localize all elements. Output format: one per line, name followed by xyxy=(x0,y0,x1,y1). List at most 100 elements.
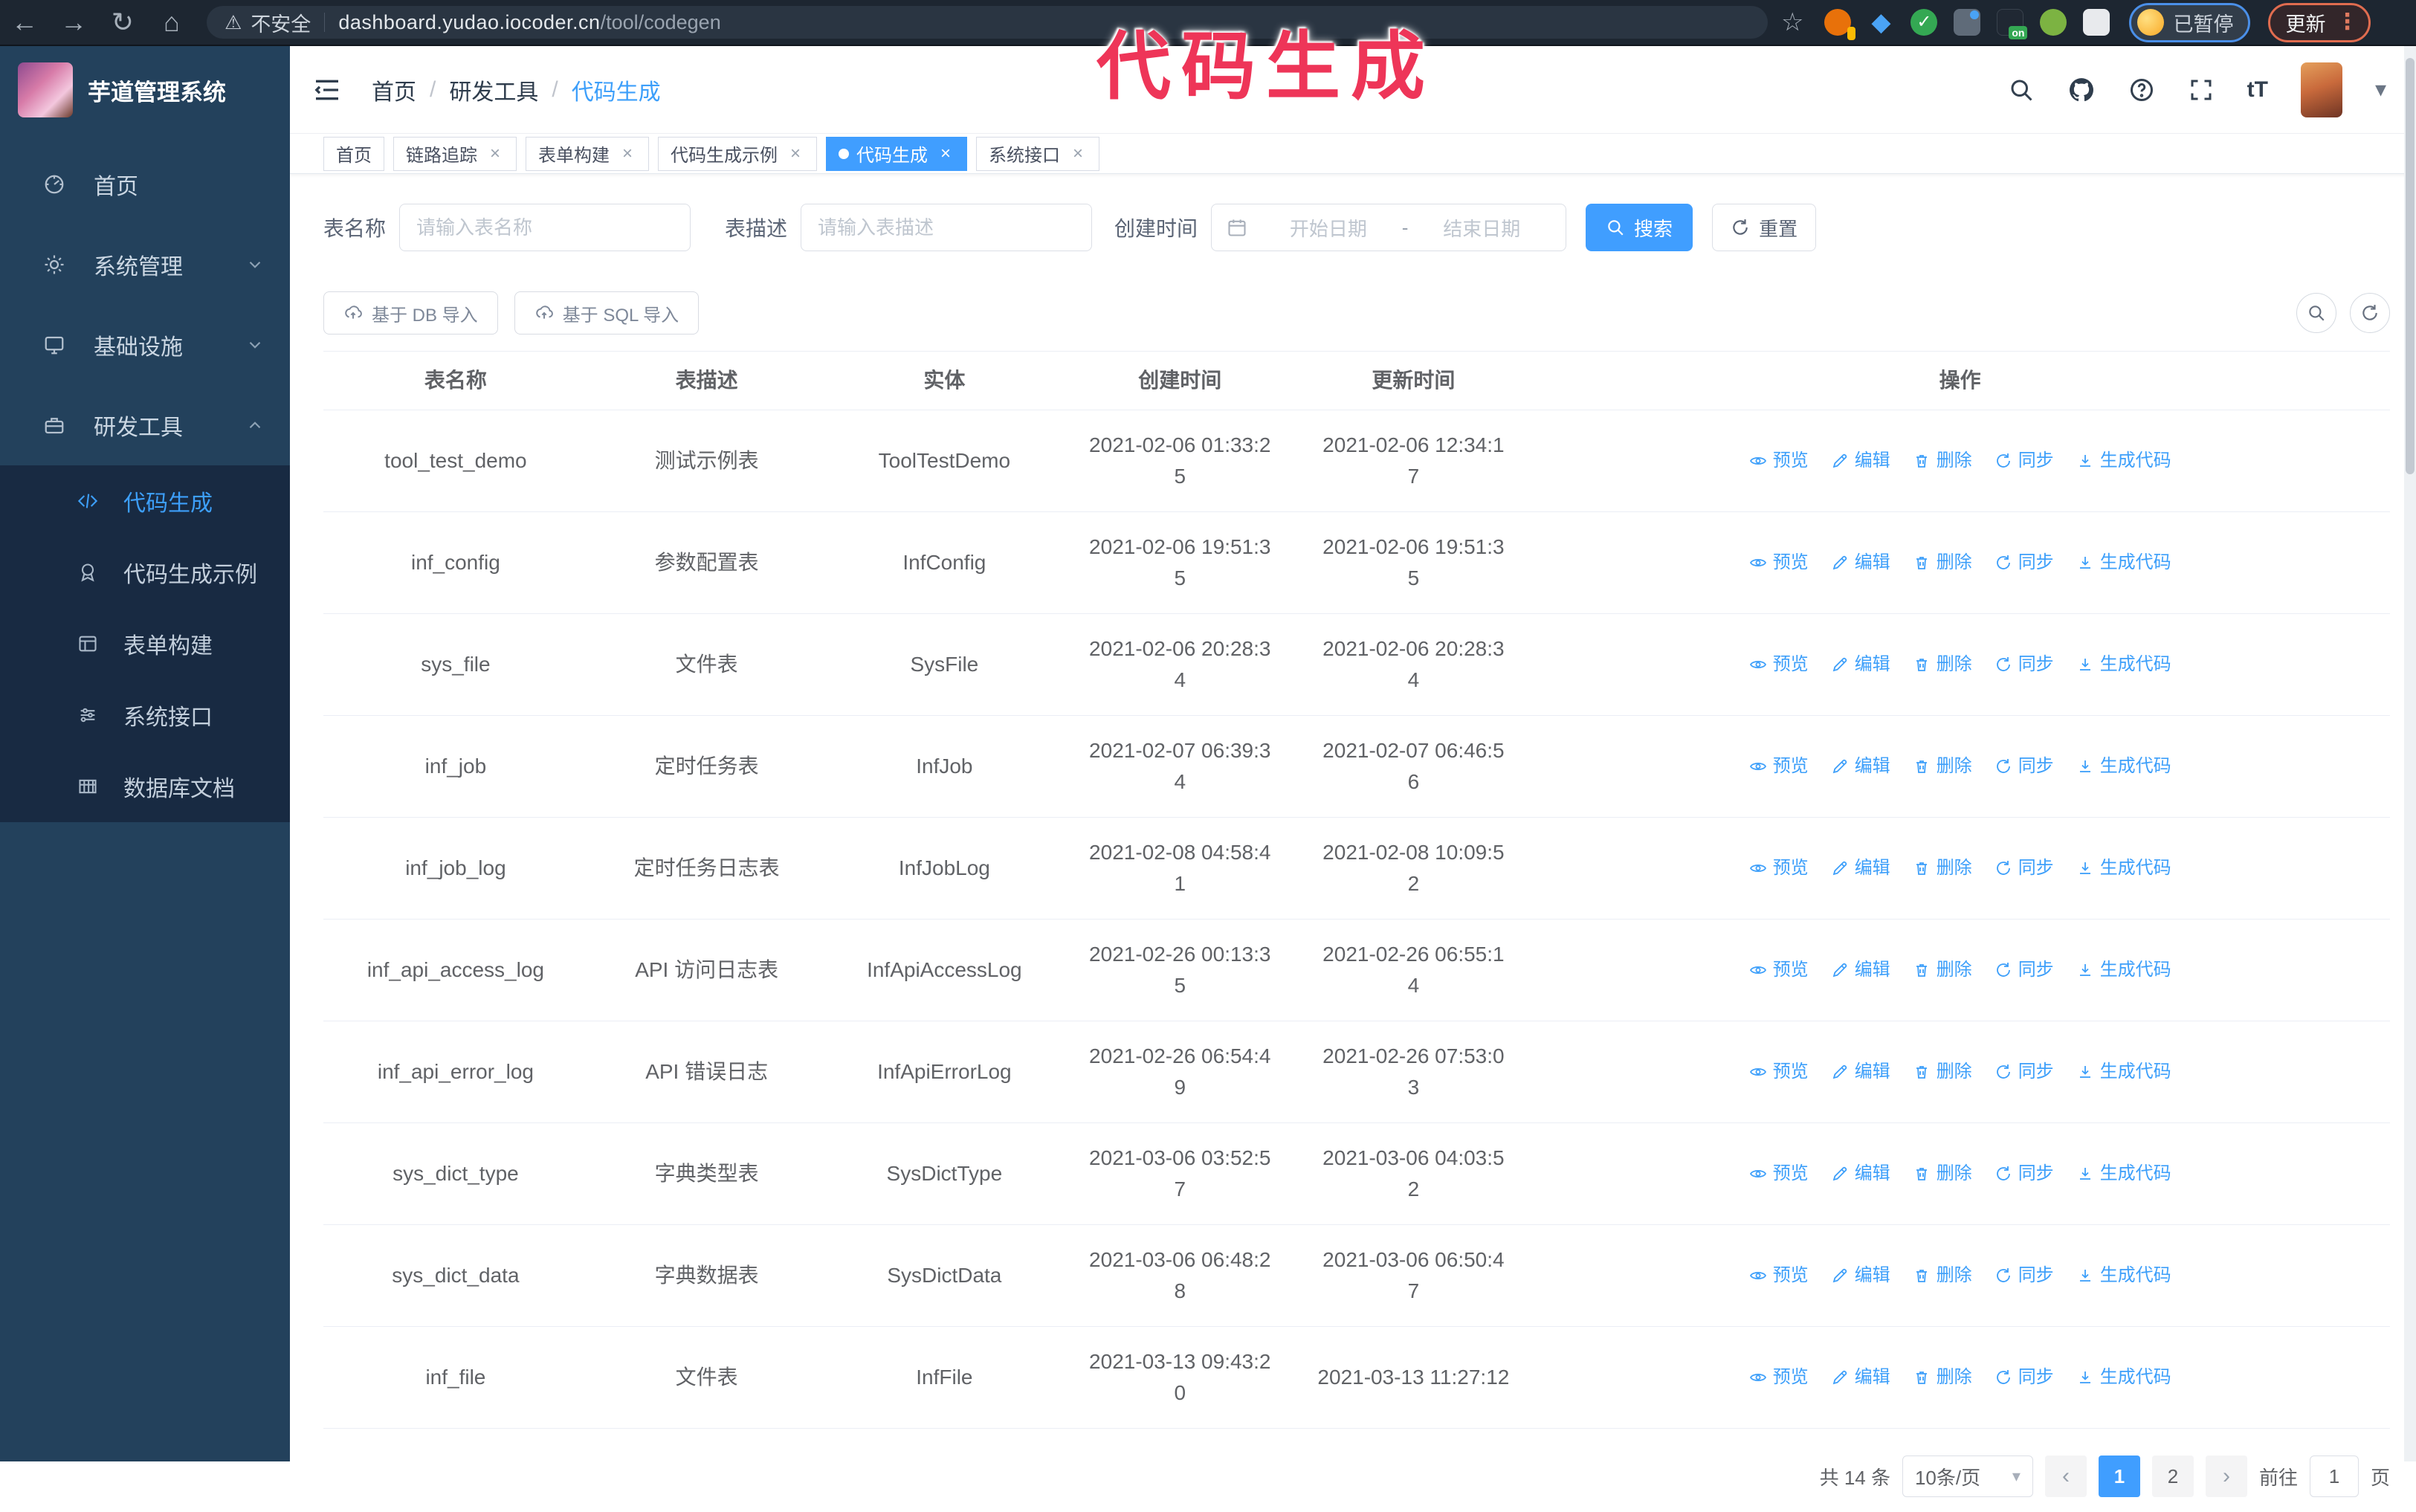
sidebar-item-home[interactable]: 首页 xyxy=(0,144,290,224)
preview-link[interactable]: 预览 xyxy=(1749,549,1809,576)
preview-link[interactable]: 预览 xyxy=(1749,1364,1809,1391)
delete-link[interactable]: 删除 xyxy=(1913,1160,1972,1187)
preview-link[interactable]: 预览 xyxy=(1749,957,1809,983)
edit-link[interactable]: 编辑 xyxy=(1831,448,1890,474)
extension-icon[interactable] xyxy=(1954,9,1980,36)
page-button-1[interactable]: 1 xyxy=(2099,1456,2140,1497)
search-button[interactable]: 搜索 xyxy=(1586,204,1693,251)
extension-icon[interactable]: on xyxy=(1997,9,2023,36)
generate-code-link[interactable]: 生成代码 xyxy=(2076,1059,2171,1085)
edit-link[interactable]: 编辑 xyxy=(1831,651,1890,678)
import-db-button[interactable]: 基于 DB 导入 xyxy=(323,291,498,335)
sidebar-item-codegen[interactable]: 代码生成 xyxy=(0,465,290,537)
sidebar-item-system-api[interactable]: 系统接口 xyxy=(0,679,290,751)
address-bar[interactable]: ⚠ 不安全 dashboard.yudao.iocoder.cn /tool/c… xyxy=(207,6,1768,39)
browser-forward-icon[interactable]: → xyxy=(49,7,98,38)
bookmark-star-icon[interactable]: ☆ xyxy=(1781,7,1803,37)
generate-code-link[interactable]: 生成代码 xyxy=(2076,1160,2171,1187)
fullscreen-icon[interactable] xyxy=(2188,77,2215,103)
preview-link[interactable]: 预览 xyxy=(1749,1059,1809,1085)
breadcrumb-dev-tools[interactable]: 研发工具 xyxy=(449,74,538,106)
help-icon[interactable] xyxy=(2128,77,2155,103)
extension-icon[interactable] xyxy=(1824,9,1851,36)
delete-link[interactable]: 删除 xyxy=(1913,753,1972,780)
edit-link[interactable]: 编辑 xyxy=(1831,855,1890,882)
sidebar-item-dev-tools[interactable]: 研发工具 xyxy=(0,385,290,465)
edit-link[interactable]: 编辑 xyxy=(1831,549,1890,576)
avatar-caret-down-icon[interactable]: ▾ xyxy=(2375,77,2386,103)
generate-code-link[interactable]: 生成代码 xyxy=(2076,1364,2171,1391)
delete-link[interactable]: 删除 xyxy=(1913,549,1972,576)
puzzle-extensions-icon[interactable] xyxy=(2083,9,2110,36)
breadcrumb-home[interactable]: 首页 xyxy=(372,74,416,106)
tag-form-builder[interactable]: 表单构建 xyxy=(526,137,649,171)
app-logo-row[interactable]: 芋道管理系统 xyxy=(0,46,290,134)
preview-link[interactable]: 预览 xyxy=(1749,855,1809,882)
edit-link[interactable]: 编辑 xyxy=(1831,1262,1890,1289)
close-icon[interactable] xyxy=(937,143,955,164)
delete-link[interactable]: 删除 xyxy=(1913,1262,1972,1289)
sync-link[interactable]: 同步 xyxy=(1995,1160,2054,1187)
extension-icon[interactable]: ◆ xyxy=(1867,9,1894,36)
sidebar-item-form-builder[interactable]: 表单构建 xyxy=(0,608,290,679)
tag-home[interactable]: 首页 xyxy=(323,137,384,171)
sync-link[interactable]: 同步 xyxy=(1995,753,2054,780)
delete-link[interactable]: 删除 xyxy=(1913,1059,1972,1085)
preview-link[interactable]: 预览 xyxy=(1749,448,1809,474)
sync-link[interactable]: 同步 xyxy=(1995,1364,2054,1391)
edit-link[interactable]: 编辑 xyxy=(1831,957,1890,983)
goto-page-input[interactable] xyxy=(2310,1456,2359,1497)
delete-link[interactable]: 删除 xyxy=(1913,957,1972,983)
delete-link[interactable]: 删除 xyxy=(1913,651,1972,678)
create-time-range-picker[interactable]: 开始日期 - 结束日期 xyxy=(1211,204,1566,251)
generate-code-link[interactable]: 生成代码 xyxy=(2076,651,2171,678)
browser-home-icon[interactable]: ⌂ xyxy=(147,7,196,38)
generate-code-link[interactable]: 生成代码 xyxy=(2076,855,2171,882)
edit-link[interactable]: 编辑 xyxy=(1831,753,1890,780)
generate-code-link[interactable]: 生成代码 xyxy=(2076,448,2171,474)
delete-link[interactable]: 删除 xyxy=(1913,448,1972,474)
scrollbar-thumb[interactable] xyxy=(2406,58,2415,474)
close-icon[interactable] xyxy=(787,143,804,164)
github-icon[interactable] xyxy=(2067,76,2096,104)
sync-link[interactable]: 同步 xyxy=(1995,855,2054,882)
page-button-2[interactable]: 2 xyxy=(2152,1456,2194,1497)
generate-code-link[interactable]: 生成代码 xyxy=(2076,549,2171,576)
browser-reload-icon[interactable]: ↻ xyxy=(98,7,147,38)
header-search-icon[interactable] xyxy=(2008,77,2035,103)
toggle-search-button[interactable] xyxy=(2296,293,2336,333)
prev-page-button[interactable]: ‹ xyxy=(2045,1456,2087,1497)
tag-codegen[interactable]: 代码生成 xyxy=(826,137,967,171)
import-sql-button[interactable]: 基于 SQL 导入 xyxy=(514,291,699,335)
sync-link[interactable]: 同步 xyxy=(1995,549,2054,576)
extension-icon[interactable]: ✓ xyxy=(1910,9,1937,36)
browser-update-button[interactable]: 更新 ⋮ xyxy=(2268,3,2371,42)
sidebar-collapse-icon[interactable] xyxy=(312,75,342,105)
edit-link[interactable]: 编辑 xyxy=(1831,1160,1890,1187)
delete-link[interactable]: 删除 xyxy=(1913,855,1972,882)
close-icon[interactable] xyxy=(618,143,636,164)
edit-link[interactable]: 编辑 xyxy=(1831,1059,1890,1085)
page-scrollbar[interactable] xyxy=(2404,46,2416,1461)
preview-link[interactable]: 预览 xyxy=(1749,1262,1809,1289)
extension-icon[interactable] xyxy=(2040,9,2067,36)
tag-system-api[interactable]: 系统接口 xyxy=(976,137,1099,171)
tag-tracing[interactable]: 链路追踪 xyxy=(393,137,517,171)
sync-link[interactable]: 同步 xyxy=(1995,957,2054,983)
font-size-icon[interactable]: tT xyxy=(2247,77,2268,103)
sidebar-item-db-doc[interactable]: 数据库文档 xyxy=(0,751,290,822)
sync-link[interactable]: 同步 xyxy=(1995,448,2054,474)
reset-button[interactable]: 重置 xyxy=(1712,204,1816,251)
generate-code-link[interactable]: 生成代码 xyxy=(2076,753,2171,780)
sync-link[interactable]: 同步 xyxy=(1995,1262,2054,1289)
browser-menu-icon[interactable]: ⋮ xyxy=(2336,11,2358,33)
browser-profile-chip[interactable]: 已暂停 xyxy=(2129,3,2250,42)
sidebar-item-codegen-example[interactable]: 代码生成示例 xyxy=(0,537,290,608)
generate-code-link[interactable]: 生成代码 xyxy=(2076,957,2171,983)
table-desc-input[interactable] xyxy=(801,204,1092,251)
table-name-input[interactable] xyxy=(399,204,691,251)
preview-link[interactable]: 预览 xyxy=(1749,753,1809,780)
user-avatar[interactable] xyxy=(2301,62,2342,117)
refresh-table-button[interactable] xyxy=(2350,293,2390,333)
sync-link[interactable]: 同步 xyxy=(1995,1059,2054,1085)
